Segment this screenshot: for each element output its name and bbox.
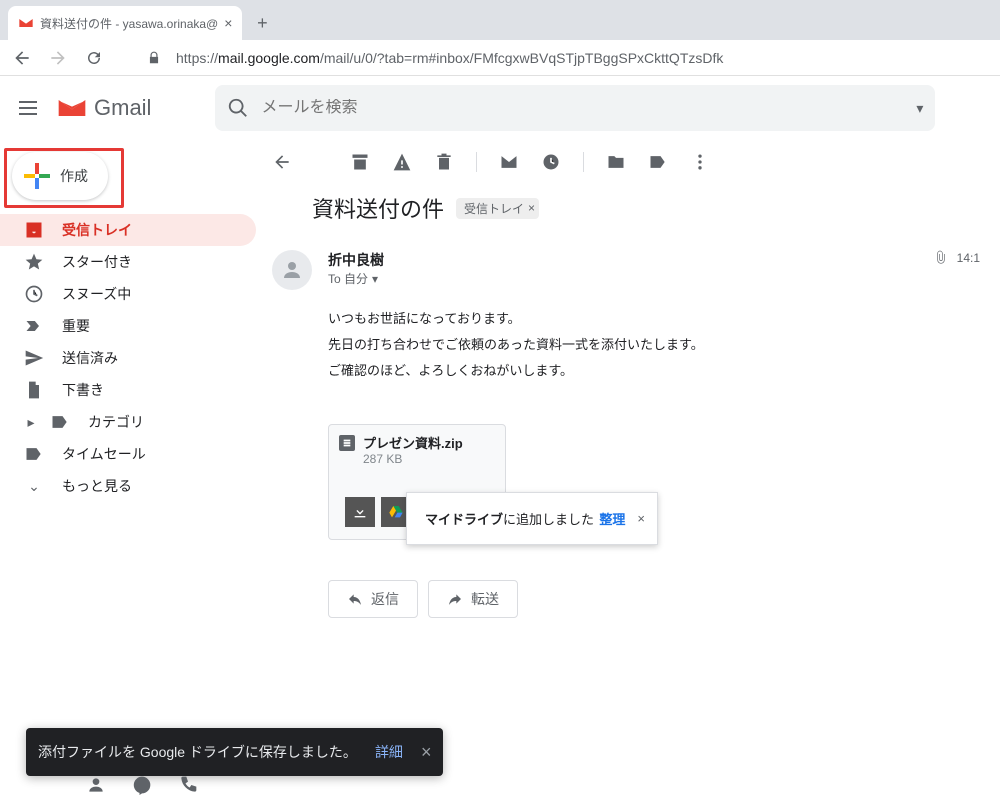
popup-organize-button[interactable]: 整理 xyxy=(599,509,625,528)
nav-starred[interactable]: スター付き xyxy=(0,246,256,278)
nav-custom-1[interactable]: タイムセール xyxy=(0,438,256,470)
nav-drafts[interactable]: 下書き xyxy=(0,374,256,406)
chevron-down-icon: ⌄ xyxy=(24,476,44,496)
nav-snoozed[interactable]: スヌーズ中 xyxy=(0,278,256,310)
nav-label: 送信済み xyxy=(62,348,118,368)
new-tab-button[interactable]: + xyxy=(248,9,276,37)
mark-unread-button[interactable] xyxy=(499,152,519,172)
search-options-icon[interactable]: ▾ xyxy=(916,100,923,117)
popup-rest: に追加しました xyxy=(503,512,594,527)
nav-label: 重要 xyxy=(62,316,90,336)
recipient-line[interactable]: To 自分 ▾ xyxy=(328,270,933,287)
draft-icon xyxy=(24,380,44,400)
reply-button[interactable]: 返信 xyxy=(328,580,418,618)
mail-time: 14:1 xyxy=(957,251,980,265)
caret-right-icon: ▸ xyxy=(24,414,38,431)
browser-tab-strip: 資料送付の件 - yasawa.orinaka@ × + xyxy=(0,0,1000,40)
nav-categories[interactable]: ▸ カテゴリ xyxy=(0,406,256,438)
sent-icon xyxy=(24,348,44,368)
body-line: いつもお世話になっております。 xyxy=(328,306,1000,332)
download-button[interactable] xyxy=(345,497,375,527)
snooze-button[interactable] xyxy=(541,152,561,172)
forward-label: 転送 xyxy=(471,589,499,609)
move-button[interactable] xyxy=(606,152,626,172)
popup-close-icon[interactable]: × xyxy=(637,511,645,526)
nav-sent[interactable]: 送信済み xyxy=(0,342,256,374)
drive-saved-popup: マイドライブに追加しました 整理 × xyxy=(406,492,658,545)
spam-button[interactable] xyxy=(392,152,412,172)
more-button[interactable] xyxy=(690,152,710,172)
toast-details-button[interactable]: 詳細 xyxy=(375,742,403,762)
phone-icon[interactable] xyxy=(178,775,198,798)
chip-remove-icon[interactable]: × xyxy=(528,201,535,215)
back-to-inbox-button[interactable] xyxy=(272,152,292,172)
menu-button[interactable] xyxy=(16,96,40,120)
search-icon xyxy=(227,97,249,119)
mail-subject: 資料送付の件 xyxy=(312,192,444,224)
mail-toolbar xyxy=(256,148,1000,184)
clock-icon xyxy=(24,284,44,304)
chevron-down-icon: ▾ xyxy=(372,272,378,286)
nav-label: もっと見る xyxy=(62,476,132,496)
chip-label: 受信トレイ xyxy=(464,200,524,217)
gmail-logo[interactable]: Gmail xyxy=(56,92,151,124)
person-icon[interactable] xyxy=(86,775,106,798)
nav-label: 受信トレイ xyxy=(62,220,132,240)
search-input[interactable] xyxy=(261,99,904,117)
zip-icon xyxy=(339,435,355,451)
nav-label: カテゴリ xyxy=(88,412,144,432)
star-icon xyxy=(24,252,44,272)
nav-label: スヌーズ中 xyxy=(62,284,131,304)
lock-icon xyxy=(140,44,168,72)
attachment-size: 287 KB xyxy=(363,452,495,466)
labels-button[interactable] xyxy=(648,152,668,172)
forward-button[interactable] xyxy=(44,44,72,72)
toast: 添付ファイルを Google ドライブに保存しました。 詳細 × xyxy=(26,728,443,776)
archive-button[interactable] xyxy=(350,152,370,172)
search-bar[interactable]: ▾ xyxy=(215,85,935,131)
gmail-logo-text: Gmail xyxy=(94,95,151,121)
sender-name: 折中良樹 xyxy=(328,250,933,270)
body-line: 先日の打ち合わせでご依頼のあった資料一式を添付いたします。 xyxy=(328,332,1000,358)
toast-close-icon[interactable]: × xyxy=(421,742,432,763)
gmail-favicon xyxy=(18,15,34,31)
attachment-icon xyxy=(933,250,949,266)
back-button[interactable] xyxy=(8,44,36,72)
address-url[interactable]: https://mail.google.com/mail/u/0/?tab=rm… xyxy=(176,50,992,66)
delete-button[interactable] xyxy=(434,152,454,172)
hangouts-icon[interactable] xyxy=(132,775,152,798)
label-chip[interactable]: 受信トレイ × xyxy=(456,198,539,219)
inbox-icon xyxy=(24,220,44,240)
nav-label: タイムセール xyxy=(62,444,146,464)
nav-label: スター付き xyxy=(62,252,132,272)
plus-icon xyxy=(24,163,50,189)
label-icon xyxy=(24,444,44,464)
hangouts-bar xyxy=(86,775,198,798)
popup-bold: マイドライブ xyxy=(425,512,503,527)
body-line: ご確認のほど、よろしくおねがいします。 xyxy=(328,358,1000,384)
browser-tab[interactable]: 資料送付の件 - yasawa.orinaka@ × xyxy=(8,6,242,40)
mail-body: いつもお世話になっております。 先日の打ち合わせでご依頼のあった資料一式を添付い… xyxy=(256,290,1000,384)
nav-label: 下書き xyxy=(62,380,104,400)
label-icon xyxy=(50,412,70,432)
nav-more[interactable]: ⌄ もっと見る xyxy=(0,470,256,502)
nav-inbox[interactable]: 受信トレイ xyxy=(0,214,256,246)
mail-view: 資料送付の件 受信トレイ × 折中良樹 To 自分 ▾ 14:1 xyxy=(256,140,1000,804)
reload-button[interactable] xyxy=(80,44,108,72)
gmail-header: Gmail ▾ xyxy=(0,76,1000,140)
close-tab-icon[interactable]: × xyxy=(224,15,232,31)
browser-address-bar: https://mail.google.com/mail/u/0/?tab=rm… xyxy=(0,40,1000,76)
important-icon xyxy=(24,316,44,336)
forward-button[interactable]: 転送 xyxy=(428,580,518,618)
toast-message: 添付ファイルを Google ドライブに保存しました。 xyxy=(38,742,357,762)
attachment-name: プレゼン資料.zip xyxy=(363,433,463,452)
compose-highlight xyxy=(4,148,124,208)
sidebar: 作成 受信トレイ スター付き スヌーズ中 重要 送信済み xyxy=(0,140,256,804)
browser-tab-title: 資料送付の件 - yasawa.orinaka@ xyxy=(40,15,218,32)
reply-label: 返信 xyxy=(371,589,399,609)
nav-important[interactable]: 重要 xyxy=(0,310,256,342)
sender-avatar xyxy=(272,250,312,290)
